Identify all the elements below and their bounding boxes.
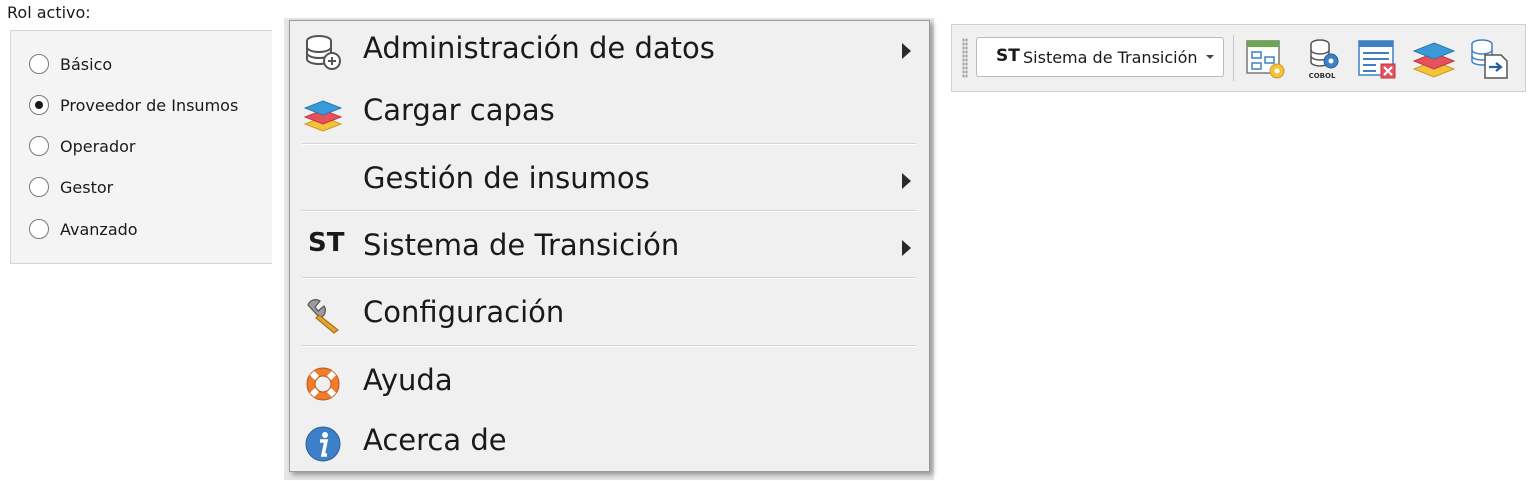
menu-item-configuracion[interactable]: Configuración: [290, 285, 929, 345]
load-layers-button[interactable]: [1412, 37, 1456, 81]
wrench-icon: [304, 297, 342, 335]
menu-item-sistema-de-transicion[interactable]: ST Sistema de Transición: [290, 218, 929, 278]
radio-button[interactable]: [29, 136, 49, 156]
menu-item-label: Sistema de Transición: [363, 228, 680, 262]
menu-item-label: Configuración: [363, 295, 565, 329]
menu-separator: [302, 143, 916, 145]
layers-icon: [1412, 42, 1456, 78]
toolbar-grip-handle[interactable]: [962, 38, 968, 78]
menu-item-label: Administración de datos: [363, 31, 715, 65]
plugin-toolbar: ST Sistema de Transición COBOL: [951, 24, 1526, 92]
sistema-de-transicion-dropdown[interactable]: ST Sistema de Transición: [976, 37, 1224, 77]
plugin-menu: Administración de datos Cargar capas Ges…: [289, 20, 930, 472]
cobol-text: COBOL: [1309, 72, 1336, 80]
table-delete-icon: [1358, 40, 1396, 79]
delete-table-button[interactable]: [1356, 37, 1400, 81]
toolbar-separator: [1233, 35, 1234, 81]
menu-separator: [302, 345, 916, 347]
lifebuoy-icon: [304, 365, 342, 403]
radio-label: Gestor: [60, 177, 114, 197]
cobol-database-icon: COBOL: [1309, 39, 1339, 80]
radio-option-gestor[interactable]: Gestor: [29, 174, 113, 200]
info-icon: [304, 425, 342, 463]
role-radio-group: Básico Proveedor de Insumos Operador Ges…: [10, 30, 272, 264]
menu-item-label: Acerca de: [363, 423, 507, 457]
model-settings-button[interactable]: [1244, 37, 1288, 81]
radio-option-avanzado[interactable]: Avanzado: [29, 216, 138, 242]
menu-item-cargar-capas[interactable]: Cargar capas: [290, 83, 929, 143]
submenu-arrow-icon: [902, 240, 911, 256]
menu-item-acerca-de[interactable]: Acerca de: [290, 413, 929, 473]
model-settings-icon: [1246, 40, 1285, 79]
submenu-arrow-icon: [902, 173, 911, 189]
cobol-button[interactable]: COBOL: [1302, 37, 1346, 81]
menu-item-administracion-de-datos[interactable]: Administración de datos: [290, 21, 929, 81]
radio-button[interactable]: [29, 177, 49, 197]
menu-separator: [302, 210, 916, 212]
role-panel-title: Rol activo:: [7, 3, 91, 22]
layers-icon: [303, 95, 343, 133]
database-add-icon: [304, 33, 342, 71]
menu-item-label: Ayuda: [363, 363, 453, 397]
dropdown-label: Sistema de Transición: [1023, 48, 1198, 67]
menu-separator: [302, 277, 916, 279]
menu-item-gestion-de-insumos[interactable]: Gestión de insumos: [290, 151, 929, 211]
menu-item-label: Cargar capas: [363, 93, 555, 127]
st-icon: ST: [996, 46, 1020, 66]
radio-button-selected[interactable]: [29, 95, 49, 115]
radio-option-proveedor-de-insumos[interactable]: Proveedor de Insumos: [29, 92, 238, 118]
radio-button[interactable]: [29, 54, 49, 74]
database-export-icon: [1471, 39, 1508, 79]
menu-item-label: Gestión de insumos: [363, 161, 650, 195]
radio-label: Operador: [60, 136, 136, 156]
radio-button[interactable]: [29, 219, 49, 239]
st-icon: ST: [308, 228, 345, 258]
radio-label: Proveedor de Insumos: [60, 95, 239, 115]
radio-label: Básico: [60, 54, 113, 74]
menu-item-ayuda[interactable]: Ayuda: [290, 353, 929, 413]
submenu-arrow-icon: [902, 43, 911, 59]
radio-label: Avanzado: [60, 219, 138, 239]
radio-option-operador[interactable]: Operador: [29, 133, 136, 159]
chevron-down-icon: [1206, 55, 1214, 59]
radio-option-basico[interactable]: Básico: [29, 51, 112, 77]
database-export-button[interactable]: [1468, 37, 1512, 81]
